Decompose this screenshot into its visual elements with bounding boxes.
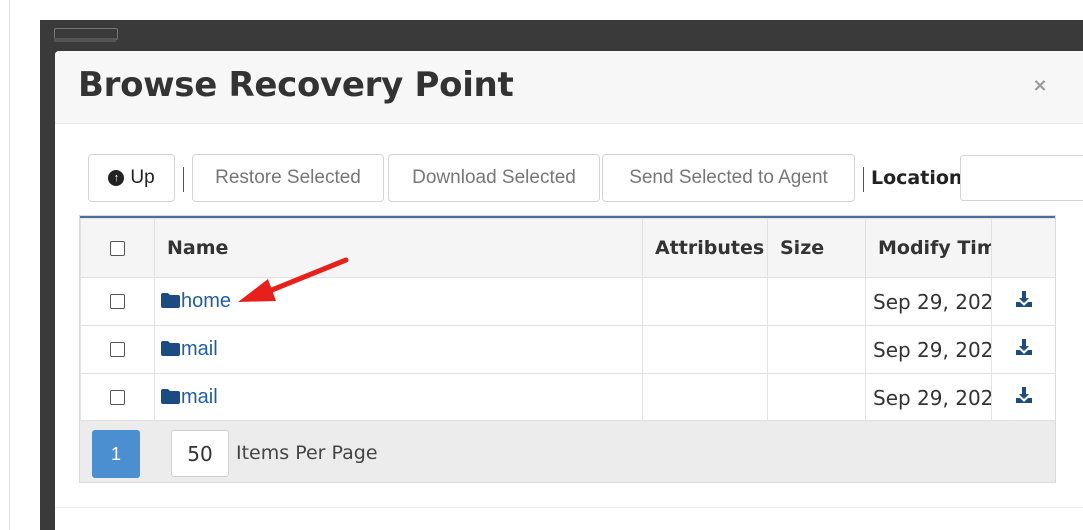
download-icon[interactable] bbox=[1015, 386, 1033, 404]
attributes-cell bbox=[642, 373, 768, 422]
dialog-title: Browse Recovery Point bbox=[78, 65, 514, 105]
row-select-cell bbox=[80, 277, 155, 326]
modified-cell: Sep 29, 2022 bbox=[865, 325, 992, 374]
file-toolbar: ↑ Up Restore Selected Download Selected … bbox=[88, 154, 1083, 204]
folder-name: mail bbox=[181, 386, 218, 408]
column-header-name[interactable]: Name bbox=[154, 218, 643, 278]
column-header-attributes[interactable]: Attributes bbox=[642, 218, 768, 278]
column-header-size[interactable]: Size bbox=[767, 218, 866, 278]
folder-link[interactable]: home bbox=[161, 290, 231, 312]
location-label: Location bbox=[871, 167, 963, 189]
row-checkbox[interactable] bbox=[110, 294, 125, 309]
download-cell bbox=[991, 373, 1055, 422]
close-button[interactable]: × bbox=[1030, 76, 1050, 96]
folder-name: home bbox=[181, 290, 232, 312]
download-cell bbox=[991, 325, 1055, 374]
size-cell bbox=[767, 325, 866, 374]
folder-name: mail bbox=[181, 338, 218, 360]
folder-link[interactable]: mail bbox=[161, 386, 218, 408]
send-selected-to-agent-button[interactable]: Send Selected to Agent bbox=[602, 154, 855, 202]
table-row: mail Sep 29, 2022 bbox=[80, 373, 1055, 422]
toolbar-separator bbox=[863, 167, 864, 192]
dialog-header: Browse Recovery Point × bbox=[55, 51, 1083, 124]
page-1-button[interactable]: 1 bbox=[92, 430, 140, 478]
download-selected-button[interactable]: Download Selected bbox=[388, 154, 600, 202]
size-cell bbox=[767, 277, 866, 326]
up-button-label: Up bbox=[130, 167, 155, 188]
file-grid: Name Attributes Size Modify Time home bbox=[79, 215, 1056, 483]
attributes-cell bbox=[642, 325, 768, 374]
download-icon[interactable] bbox=[1015, 290, 1033, 308]
size-cell bbox=[767, 373, 866, 422]
table-row: home Sep 29, 2022 bbox=[80, 277, 1055, 326]
select-all-checkbox[interactable] bbox=[110, 240, 125, 256]
page-left-rule bbox=[9, 0, 10, 530]
restore-selected-button[interactable]: Restore Selected bbox=[192, 154, 384, 202]
row-select-cell bbox=[80, 373, 155, 422]
toolbar-separator bbox=[183, 167, 184, 192]
column-header-modify-time[interactable]: Modify Time bbox=[865, 218, 992, 278]
folder-icon bbox=[161, 293, 180, 308]
modified-cell: Sep 29, 2022 bbox=[865, 277, 992, 326]
row-checkbox[interactable] bbox=[110, 390, 125, 405]
dialog-footer-divider bbox=[55, 507, 1083, 508]
name-cell: mail bbox=[154, 325, 643, 374]
select-all-cell bbox=[80, 218, 155, 278]
name-cell: home bbox=[154, 277, 643, 326]
folder-icon bbox=[161, 389, 180, 404]
download-cell bbox=[991, 277, 1055, 326]
name-cell: mail bbox=[154, 373, 643, 422]
attributes-cell bbox=[642, 277, 768, 326]
download-icon[interactable] bbox=[1015, 338, 1033, 356]
pagination-bar: 1 Items Per Page bbox=[80, 420, 1055, 482]
items-per-page-label: Items Per Page bbox=[236, 442, 378, 464]
table-row: mail Sep 29, 2022 bbox=[80, 325, 1055, 374]
folder-link[interactable]: mail bbox=[161, 338, 218, 360]
row-select-cell bbox=[80, 325, 155, 374]
row-checkbox[interactable] bbox=[110, 342, 125, 357]
column-header-actions bbox=[991, 218, 1055, 278]
backdrop-window-bar-lower bbox=[54, 38, 116, 42]
up-button[interactable]: ↑ Up bbox=[88, 154, 175, 202]
table-header-row: Name Attributes Size Modify Time bbox=[80, 218, 1055, 278]
arrow-circle-up-icon: ↑ bbox=[108, 170, 125, 186]
items-per-page-input[interactable] bbox=[171, 430, 229, 477]
browse-recovery-point-dialog: Browse Recovery Point × ↑ Up Restore Sel… bbox=[55, 51, 1083, 530]
file-table: Name Attributes Size Modify Time home bbox=[80, 218, 1055, 422]
folder-icon bbox=[161, 341, 180, 356]
modified-cell: Sep 29, 2022 bbox=[865, 373, 992, 422]
location-input[interactable] bbox=[960, 155, 1083, 201]
